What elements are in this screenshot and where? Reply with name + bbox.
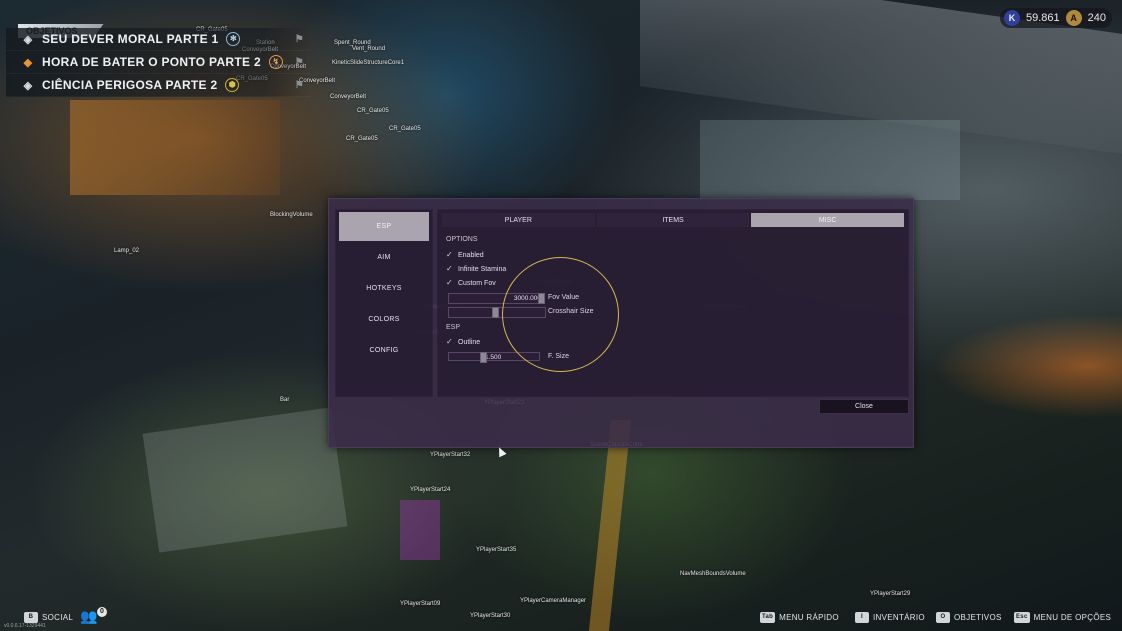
- diamond-icon: ◈: [23, 79, 33, 92]
- social-button[interactable]: B SOCIAL: [24, 612, 73, 623]
- objective-badge-icon: ✻: [226, 32, 241, 46]
- tab-player[interactable]: PLAYER: [442, 213, 595, 227]
- inventory-label: INVENTÁRIO: [873, 613, 925, 622]
- orange-diamond-icon: ◆: [23, 56, 33, 69]
- friends-icon: 👥: [80, 608, 98, 624]
- world-label: YPlayerStart24: [410, 487, 451, 493]
- sidebar-tab-aim[interactable]: AIM: [339, 243, 429, 272]
- options-menu-button[interactable]: Esc MENU DE OPÇÕES: [1014, 612, 1111, 623]
- world-label: YPlayerStart32: [430, 452, 471, 458]
- world-label: CR_Gate05: [346, 136, 378, 142]
- world-label: YPlayerStart29: [870, 591, 911, 597]
- enabled-checkbox[interactable]: ✓ Enabled: [446, 251, 484, 259]
- objective-badge-icon: ↯: [268, 55, 283, 69]
- world-label: Bar: [280, 397, 290, 403]
- yellow-rail: [588, 420, 632, 631]
- key-hint: Esc: [1014, 612, 1030, 623]
- flag-icon: ⚑: [294, 56, 304, 68]
- bottom-bar: B SOCIAL 👥 0 v0.0.6.17-1329441 Tab MENU …: [0, 603, 1122, 631]
- k-coin-icon: K: [1003, 10, 1020, 26]
- objective-item[interactable]: ◆ HORA DE BATER O PONTO PARTE 2 ↯ ⚑: [6, 51, 310, 74]
- sidebar-tab-hotkeys[interactable]: HOTKEYS: [339, 274, 429, 303]
- font-size-handle[interactable]: [480, 352, 487, 363]
- quick-menu-button[interactable]: Tab MENU RÁPIDO: [760, 612, 839, 623]
- fov-circle: [502, 257, 619, 372]
- objectives-label: OBJETIVOS: [954, 613, 1002, 622]
- friends-button[interactable]: 👥 0: [80, 607, 107, 626]
- options-section-label: OPTIONS: [446, 236, 478, 243]
- crosshair-size-handle[interactable]: [492, 307, 499, 318]
- sidebar-tab-esp[interactable]: ESP: [339, 212, 429, 241]
- world-label: ConveyorBelt: [330, 94, 367, 100]
- menu-sidebar: ESP AIM HOTKEYS COLORS CONFIG: [335, 209, 433, 397]
- world-label: BlockingVolume: [270, 212, 313, 218]
- purple-light: [400, 500, 440, 560]
- key-hint: I: [855, 612, 869, 623]
- friends-count: 0: [97, 607, 107, 617]
- window-panel: [700, 120, 960, 200]
- a-coin-value: 240: [1087, 12, 1106, 24]
- inventory-button[interactable]: I INVENTÁRIO: [855, 612, 925, 623]
- esp-section-label: ESP: [446, 324, 461, 331]
- objectives-button[interactable]: O OBJETIVOS: [936, 612, 1002, 623]
- key-hint: B: [24, 612, 38, 623]
- flag-icon: ⚑: [294, 79, 304, 91]
- quick-menu-label: MENU RÁPIDO: [779, 613, 839, 622]
- k-coin-value: 59.861: [1025, 12, 1060, 24]
- checkbox-label: Outline: [458, 338, 481, 346]
- diamond-icon: ◈: [23, 33, 33, 46]
- checkmark-icon: ✓: [446, 264, 453, 273]
- checkmark-icon: ✓: [446, 278, 453, 287]
- objective-label: HORA DE BATER O PONTO PARTE 2: [42, 55, 261, 69]
- checkmark-icon: ✓: [446, 337, 453, 346]
- sidebar-tab-colors[interactable]: COLORS: [339, 305, 429, 334]
- objective-item[interactable]: ◈ SEU DEVER MORAL PARTE 1 ✻ ⚑: [6, 28, 310, 51]
- sidebar-tab-config[interactable]: CONFIG: [339, 336, 429, 365]
- key-hint: Tab: [760, 612, 776, 623]
- checkmark-icon: ✓: [446, 250, 453, 259]
- key-hint: O: [936, 612, 950, 623]
- tab-misc[interactable]: MISC: [751, 213, 905, 227]
- infinite-stamina-checkbox[interactable]: ✓ Infinite Stamina: [446, 265, 506, 273]
- world-label: NavMeshBoundsVolume: [680, 571, 746, 577]
- floor-block: [142, 407, 348, 553]
- world-label: CR_Gate05: [357, 108, 389, 114]
- version-text: v0.0.6.17-1329441: [4, 623, 46, 629]
- world-label: YPlayerStart35: [476, 547, 517, 553]
- close-button[interactable]: Close: [819, 399, 909, 414]
- outline-checkbox[interactable]: ✓ Outline: [446, 338, 480, 346]
- objective-badge-icon: ⬢: [225, 78, 240, 92]
- objective-item[interactable]: ◈ CIÊNCIA PERIGOSA PARTE 2 ⬢ ⚑: [6, 74, 310, 97]
- objective-label: SEU DEVER MORAL PARTE 1: [42, 32, 219, 46]
- social-label: SOCIAL: [42, 613, 74, 622]
- checkbox-label: Enabled: [458, 251, 484, 259]
- objective-label: CIÊNCIA PERIGOSA PARTE 2: [42, 78, 218, 92]
- cheat-menu-window: ESP AIM HOTKEYS COLORS CONFIG PLAYER ITE…: [328, 198, 914, 448]
- world-label: CR_Gate05: [389, 126, 421, 132]
- currency-display: K 59.861 A 240: [999, 8, 1112, 28]
- world-label: Vent_Round: [352, 46, 386, 52]
- menu-tabs: PLAYER ITEMS MISC: [442, 213, 905, 227]
- objectives-panel: OBJETIVOS ◈ SEU DEVER MORAL PARTE 1 ✻ ⚑ …: [6, 24, 310, 97]
- a-coin-icon: A: [1065, 10, 1082, 26]
- world-label: Lamp_02: [114, 248, 140, 254]
- world-label: KineticSlideStructureCore1: [332, 60, 405, 66]
- custom-fov-checkbox[interactable]: ✓ Custom Fov: [446, 279, 496, 287]
- options-menu-label: MENU DE OPÇÕES: [1033, 613, 1112, 622]
- checkbox-label: Custom Fov: [458, 279, 496, 287]
- flag-icon: ⚑: [294, 33, 304, 45]
- tab-items[interactable]: ITEMS: [596, 213, 750, 227]
- checkbox-label: Infinite Stamina: [458, 265, 507, 273]
- lit-structure: [70, 100, 280, 195]
